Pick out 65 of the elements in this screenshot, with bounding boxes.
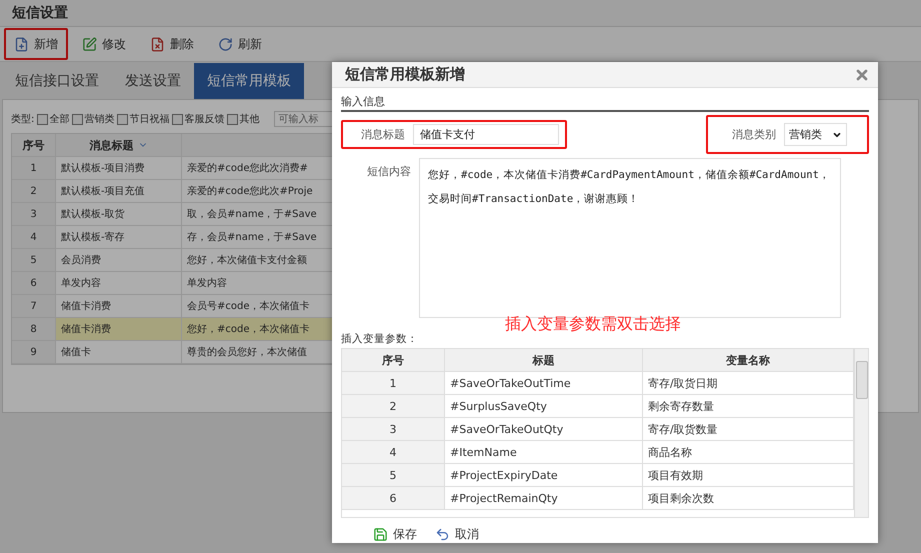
table-cell[interactable]: 2 (342, 395, 445, 418)
table-cell: 1 (12, 157, 56, 180)
toolbar-button[interactable]: 修改 (72, 28, 136, 60)
variables-label: 插入变量参数： (341, 332, 419, 346)
table-cell: 默认模板-寄存 (56, 226, 182, 249)
column-header: 序号 (12, 134, 56, 157)
field-label: 消息标题 (360, 127, 405, 142)
title-input[interactable]: 储值卡支付 (413, 124, 559, 145)
table-cell: 会员消费 (56, 249, 182, 272)
toolbar-button[interactable]: 刷新 (208, 28, 272, 60)
table-cell: 储值卡 (56, 341, 182, 364)
table-cell[interactable]: 6 (342, 487, 445, 510)
checkbox-label: 全部 (49, 112, 70, 126)
checkbox-label: 营销类 (84, 112, 114, 126)
table-cell[interactable]: 商品名称 (643, 441, 854, 464)
field-label: 消息类别 (732, 127, 776, 142)
dialog-button[interactable]: 保存 (373, 526, 417, 543)
table-cell: 2 (12, 180, 56, 203)
dialog-title: 短信常用模板新增 (345, 65, 465, 84)
table-cell[interactable]: 寄存/取货日期 (643, 372, 854, 395)
filter-label: 类型: (11, 112, 34, 126)
toolbar-button[interactable]: 新增 (4, 28, 68, 60)
table-cell[interactable]: 4 (342, 441, 445, 464)
table-cell[interactable]: 1 (342, 372, 445, 395)
table-cell: 3 (12, 203, 56, 226)
table-cell[interactable]: #ProjectRemainQty (445, 487, 643, 510)
field-label: 短信内容 (366, 164, 411, 179)
column-header[interactable]: 消息标题 (56, 134, 182, 157)
checkbox-label: 客服反馈 (184, 112, 224, 126)
checkbox-label: 其他 (239, 112, 260, 126)
table-cell: 默认模板-项目充值 (56, 180, 182, 203)
table-cell[interactable]: 5 (342, 464, 445, 487)
table-cell: 单发内容 (56, 272, 182, 295)
column-header: 变量名称 (643, 349, 854, 372)
toolbar-button[interactable]: 删除 (140, 28, 204, 60)
table-cell: 储值卡消费 (56, 318, 182, 341)
dialog-button[interactable]: 取消 (435, 526, 479, 543)
table-cell: 5 (12, 249, 56, 272)
table-cell[interactable]: #SurplusSaveQty (445, 395, 643, 418)
checkbox-label: 节日祝福 (129, 112, 170, 126)
table-cell[interactable]: #SaveOrTakeOutQty (445, 418, 643, 441)
table-cell[interactable]: 项目剩余次数 (643, 487, 854, 510)
table-cell: 默认模板-取货 (56, 203, 182, 226)
table-cell[interactable]: #ItemName (445, 441, 643, 464)
tab[interactable]: 短信接口设置 (2, 63, 112, 99)
tab[interactable]: 短信常用模板 (194, 63, 304, 99)
table-cell: 6 (12, 272, 56, 295)
column-header: 标题 (445, 349, 643, 372)
table-cell[interactable]: 剩余寄存数量 (643, 395, 854, 418)
table-cell: 8 (12, 318, 56, 341)
table-cell: 4 (12, 226, 56, 249)
section-title: 输入信息 (341, 94, 869, 112)
table-cell[interactable]: 寄存/取货数量 (643, 418, 854, 441)
table-cell: 储值卡消费 (56, 295, 182, 318)
column-header: 序号 (342, 349, 445, 372)
page-title: 短信设置 (0, 0, 921, 27)
table-cell[interactable]: #ProjectExpiryDate (445, 464, 643, 487)
category-select[interactable]: 营销类 (784, 123, 847, 146)
table-cell[interactable]: #SaveOrTakeOutTime (445, 372, 643, 395)
table-cell[interactable]: 3 (342, 418, 445, 441)
table-cell: 9 (12, 341, 56, 364)
table-cell: 默认模板-项目消费 (56, 157, 182, 180)
tab[interactable]: 发送设置 (112, 63, 194, 99)
table-cell: 7 (12, 295, 56, 318)
table-cell[interactable]: 项目有效期 (643, 464, 854, 487)
